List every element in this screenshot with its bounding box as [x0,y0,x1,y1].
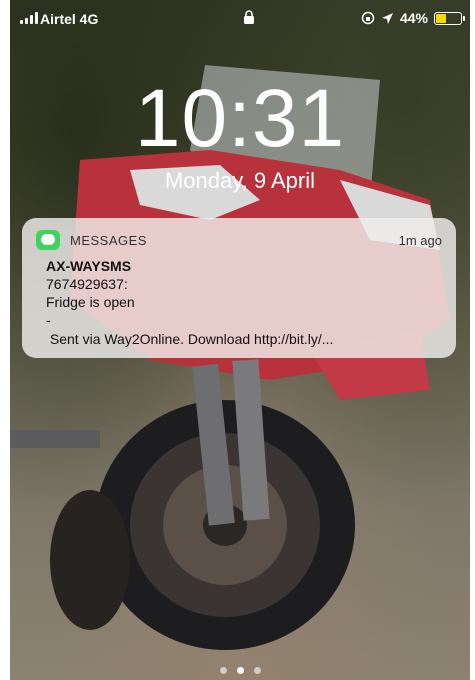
notification-time: 1m ago [398,232,442,248]
notification-header: MESSAGES 1m ago [36,229,442,251]
lock-icon [244,10,254,24]
notification-sender: AX-WAYSMS [46,258,132,274]
notification-line: Fridge is open [46,294,135,310]
signal-strength-icon [20,12,38,24]
lock-screen: Airtel 4G 44% 10:31 Monday, 9 April MESS… [10,0,470,680]
messages-icon [36,230,60,250]
page-dot [253,667,261,674]
page-dot [219,667,227,674]
battery-level-fill [436,13,446,23]
lock-screen-date: Monday, 9 April [164,168,315,193]
notification-line: 7674929637: [46,276,128,292]
notification-line: - [46,312,51,328]
notification-app-name: MESSAGES [70,232,147,248]
battery-icon [434,11,465,25]
location-arrow-icon [381,12,393,24]
message-notification[interactable]: MESSAGES 1m ago AX-WAYSMS 7674929637: Fr… [22,218,456,358]
notification-line: Sent via Way2Online. Download http://bit… [46,331,334,347]
page-indicator[interactable] [10,667,470,674]
battery-percent: 44% [399,10,428,26]
lock-screen-time: 10:31 [134,73,346,164]
rotation-lock-icon [361,11,375,25]
status-bar: Airtel 4G 44% [10,0,470,40]
page-dot-active [236,667,244,674]
carrier-label: Airtel 4G [40,11,99,27]
